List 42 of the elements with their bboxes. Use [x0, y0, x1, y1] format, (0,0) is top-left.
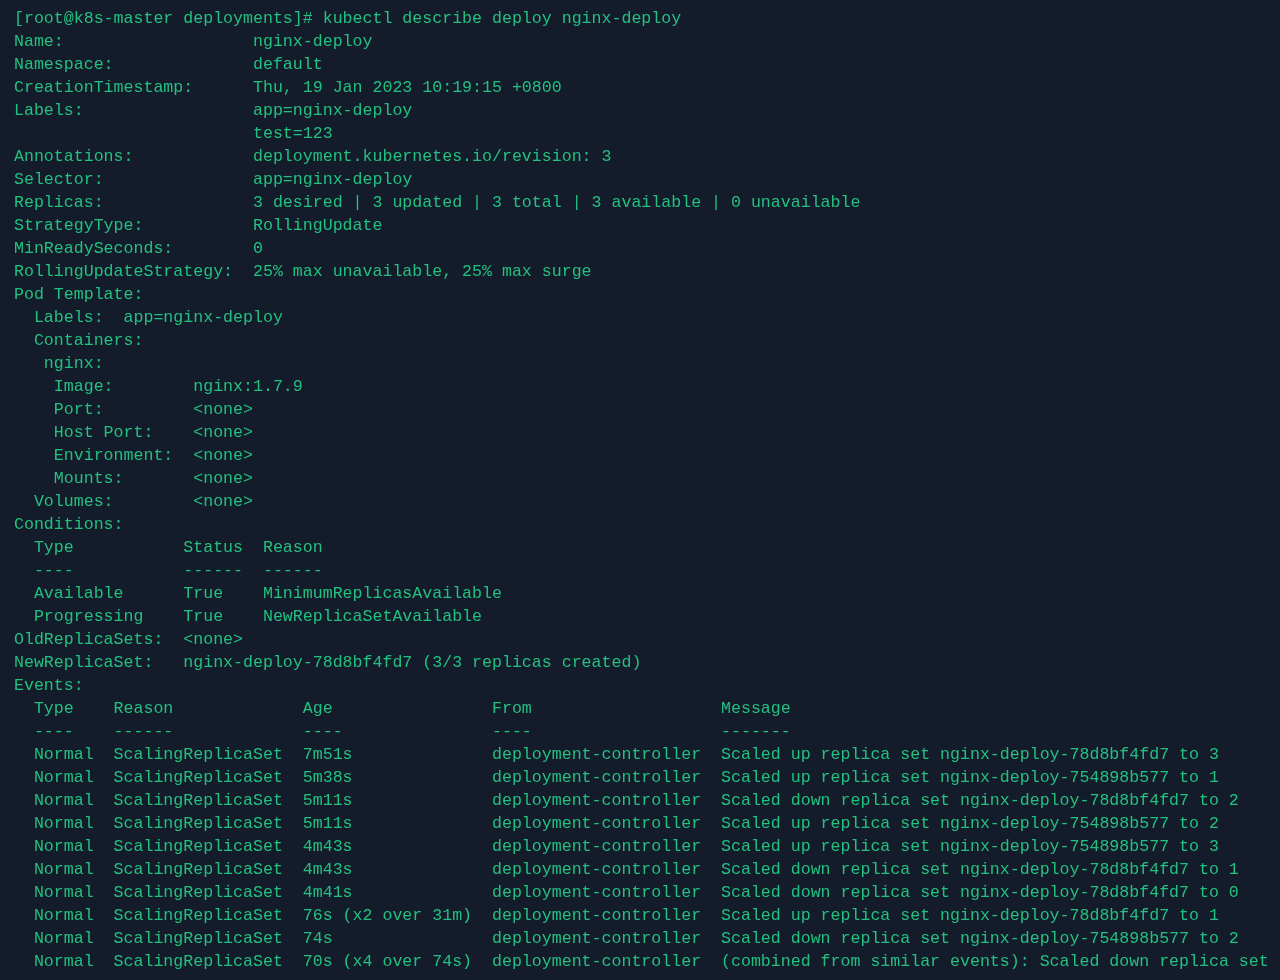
terminal-line: Name: nginx-deploy	[14, 31, 373, 53]
terminal-line: Pod Template:	[14, 284, 144, 306]
terminal-line: Labels: app=nginx-deploy	[14, 100, 413, 122]
terminal-line: MinReadySeconds: 0	[14, 238, 263, 260]
terminal-line: StrategyType: RollingUpdate	[14, 215, 383, 237]
terminal-line: Mounts: <none>	[52, 468, 253, 490]
terminal-line: Replicas: 3 desired | 3 updated | 3 total | 3 available | 0 unavailable	[14, 192, 861, 214]
terminal-line: Progressing True NewReplicaSetAvailable	[32, 606, 483, 628]
terminal-line: Normal ScalingReplicaSet 5m11s deployment-controller Scaled down replica set nginx-deploy-78d8bf4fd7 to 2	[32, 790, 1239, 812]
terminal-line: NewReplicaSet: nginx-deploy-78d8bf4fd7 (3/3 replicas created)	[14, 652, 642, 674]
terminal-line: Normal ScalingReplicaSet 4m43s deployment-controller Scaled down replica set nginx-deploy-78d8bf4fd7 to 1	[32, 859, 1239, 881]
terminal-line: Normal ScalingReplicaSet 76s (x2 over 31m) deployment-controller Scaled up replica set nginx-deploy-78d8bf4fd7 to 1	[32, 905, 1219, 927]
terminal-line: test=123	[252, 123, 333, 145]
terminal-line: Type Reason Age From Message	[32, 698, 791, 720]
terminal-line: Normal ScalingReplicaSet 7m51s deployment-controller Scaled up replica set nginx-deploy-78d8bf4fd7 to 3	[32, 744, 1219, 766]
terminal-line: Events:	[14, 675, 84, 697]
terminal-line: Image: nginx:1.7.9	[52, 376, 303, 398]
terminal-line: Volumes: <none>	[32, 491, 253, 513]
terminal-line: Selector: app=nginx-deploy	[14, 169, 413, 191]
terminal-line: Type Status Reason	[32, 537, 323, 559]
terminal-line: ---- ------ ------	[32, 560, 323, 582]
terminal-line: Normal ScalingReplicaSet 4m41s deployment-controller Scaled down replica set nginx-deploy-78d8bf4fd7 to 0	[32, 882, 1239, 904]
terminal-line: Annotations: deployment.kubernetes.io/revision: 3	[14, 146, 612, 168]
terminal-line: [root@k8s-master deployments]# kubectl describe deploy nginx-deploy	[14, 8, 682, 30]
terminal-line: Available True MinimumReplicasAvailable	[32, 583, 502, 605]
terminal-line: Normal ScalingReplicaSet 70s (x4 over 74s) deployment-controller (combined from similar events): Scaled down replica set	[32, 951, 1269, 973]
terminal-line: nginx:	[42, 353, 104, 375]
terminal-line: CreationTimestamp: Thu, 19 Jan 2023 10:19:15 +0800	[14, 77, 562, 99]
terminal-line: RollingUpdateStrategy: 25% max unavailable, 25% max surge	[14, 261, 592, 283]
terminal-line: Containers:	[32, 330, 144, 352]
terminal-line: Namespace: default	[14, 54, 323, 76]
terminal-line: Port: <none>	[52, 399, 253, 421]
terminal-line: Normal ScalingReplicaSet 4m43s deployment-controller Scaled up replica set nginx-deploy-754898b577 to 3	[32, 836, 1219, 858]
terminal-line: Labels: app=nginx-deploy	[32, 307, 283, 329]
terminal-line: Host Port: <none>	[52, 422, 253, 444]
terminal-line: Environment: <none>	[52, 445, 253, 467]
terminal-line: OldReplicaSets: <none>	[14, 629, 244, 651]
terminal-line: Normal ScalingReplicaSet 5m11s deployment-controller Scaled up replica set nginx-deploy-754898b577 to 2	[32, 813, 1219, 835]
terminal-line: ---- ------ ---- ---- -------	[32, 721, 791, 743]
terminal-line: Normal ScalingReplicaSet 74s deployment-controller Scaled down replica set nginx-deploy-754898b577 to 2	[32, 928, 1239, 950]
terminal-line: Conditions:	[14, 514, 124, 536]
terminal-line: Normal ScalingReplicaSet 5m38s deployment-controller Scaled up replica set nginx-deploy-754898b577 to 1	[32, 767, 1219, 789]
